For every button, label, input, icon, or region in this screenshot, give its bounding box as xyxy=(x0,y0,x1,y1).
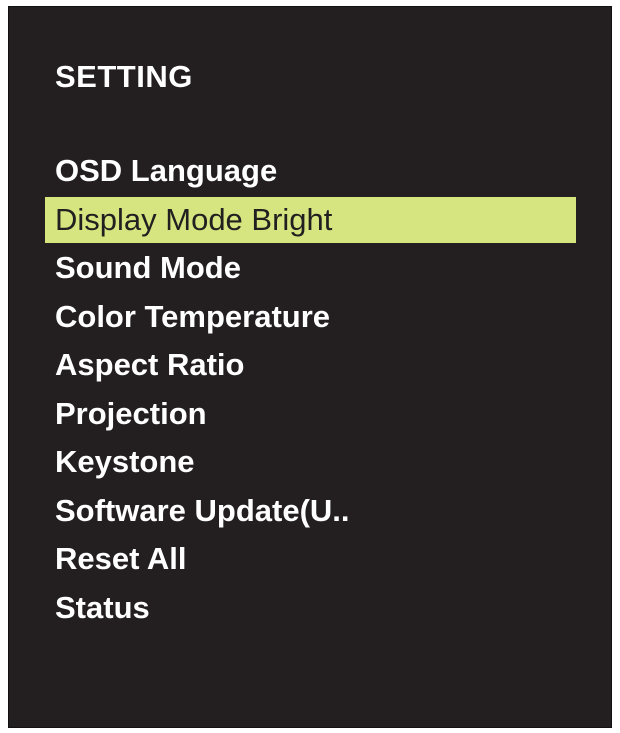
menu-item-osd-language[interactable]: OSD Language xyxy=(45,147,576,196)
settings-menu: OSD Language Display Mode Bright Sound M… xyxy=(45,147,576,632)
menu-item-keystone[interactable]: Keystone xyxy=(45,438,576,487)
menu-item-color-temperature[interactable]: Color Temperature xyxy=(45,293,576,342)
osd-settings-panel: SETTING OSD Language Display Mode Bright… xyxy=(8,6,612,728)
menu-item-reset-all[interactable]: Reset All xyxy=(45,535,576,584)
menu-item-status[interactable]: Status xyxy=(45,584,576,633)
menu-item-projection[interactable]: Projection xyxy=(45,390,576,439)
menu-title: SETTING xyxy=(55,59,193,94)
menu-item-software-update[interactable]: Software Update(U.. xyxy=(45,487,576,536)
menu-item-display-mode[interactable]: Display Mode Bright xyxy=(45,196,576,243)
menu-item-aspect-ratio[interactable]: Aspect Ratio xyxy=(45,341,576,390)
menu-item-sound-mode[interactable]: Sound Mode xyxy=(45,244,576,293)
